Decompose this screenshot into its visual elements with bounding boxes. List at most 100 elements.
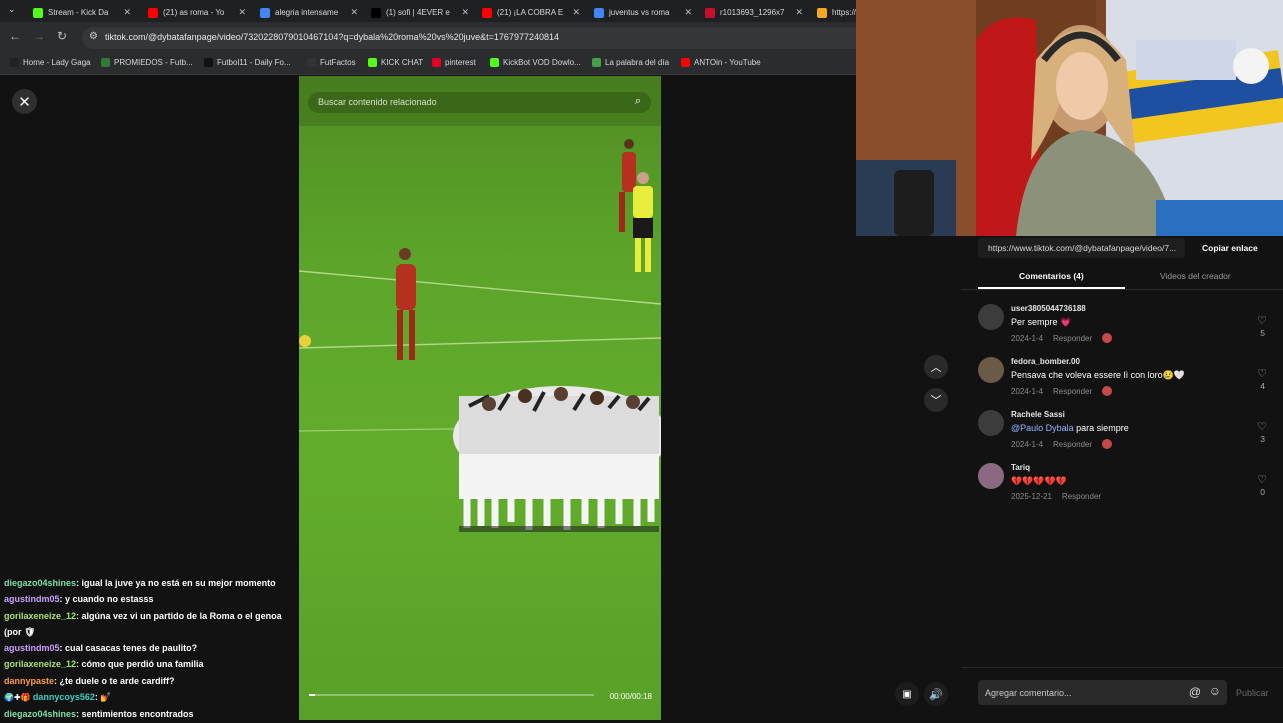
chat-message: diegazo04shines: igual la juve ya no est… bbox=[0, 575, 299, 591]
comment-input[interactable]: Agregar comentario... @ ☺ bbox=[978, 680, 1227, 705]
chat-username[interactable]: gorilaxeneize_12 bbox=[4, 659, 76, 669]
heart-icon[interactable]: ♡ bbox=[1257, 420, 1267, 433]
bookmark-item[interactable]: pinterest bbox=[432, 58, 476, 67]
reply-button[interactable]: Responder bbox=[1053, 387, 1092, 396]
tab-divider bbox=[961, 289, 1283, 290]
bookmark-item[interactable]: La palabra del día bbox=[592, 58, 669, 67]
bookmark-item[interactable]: ANTOin - YouTube bbox=[681, 58, 761, 67]
forward-arrow-icon[interactable]: → bbox=[33, 29, 45, 43]
stream-chat: diegazo04shines: igual la juve ya no est… bbox=[0, 575, 299, 720]
tab-creator-videos[interactable]: Videos del creador bbox=[1160, 271, 1231, 281]
url-text[interactable]: tiktok.com/@dybatafanpage/video/73202280… bbox=[105, 32, 559, 42]
browser-tab[interactable]: juventus vs roma ✕ bbox=[588, 3, 696, 22]
browser-tab[interactable]: (21) ¡LA COBRA E ✕ bbox=[476, 3, 584, 22]
chat-username[interactable]: dannycoys562 bbox=[33, 692, 95, 702]
chat-username[interactable]: agustindm05 bbox=[4, 643, 60, 653]
close-button[interactable]: ✕ bbox=[12, 89, 37, 114]
chat-text: : algúna vez vi un partido de la Roma o … bbox=[76, 610, 282, 621]
search-icon[interactable]: ⌕ bbox=[635, 95, 641, 108]
browser-tab[interactable]: alegria intensame ✕ bbox=[254, 3, 362, 22]
tab-list-chevron-icon[interactable]: ⌄ bbox=[8, 4, 16, 15]
comment-text: Per sempre 💗 bbox=[1011, 317, 1071, 328]
comment-body: Per sempre 💗 bbox=[1011, 317, 1072, 327]
chat-username[interactable]: agustindm05 bbox=[4, 594, 60, 604]
image-icon bbox=[705, 7, 715, 18]
bookmark-label: Futbol11 - Daily Fo... bbox=[217, 58, 291, 67]
player-roma bbox=[396, 248, 416, 360]
comment-username[interactable]: Rachele Sassi bbox=[1011, 410, 1065, 419]
bookmark-label: La palabra del día bbox=[605, 58, 670, 67]
chat-message: diegazo04shines: sentimientos encontrado… bbox=[0, 706, 299, 722]
tab-label: (21) as roma - Yo bbox=[163, 8, 225, 17]
bookmark-item[interactable]: FutFactos bbox=[307, 58, 356, 67]
video-progress-fill bbox=[309, 694, 315, 696]
chat-username[interactable]: diegazo04shines bbox=[4, 709, 76, 719]
tab-close-icon[interactable]: ✕ bbox=[684, 7, 692, 18]
comment-item: Tariq 💔💔💔💔💔 2025-12-21 Responder ♡ 0 bbox=[978, 463, 1273, 513]
chat-message: gorilaxeneize_12: algúna vez vi un parti… bbox=[0, 608, 299, 624]
reply-button[interactable]: Responder bbox=[1062, 492, 1101, 501]
tab-close-icon[interactable]: ✕ bbox=[461, 7, 469, 18]
tab-close-icon[interactable]: ✕ bbox=[795, 7, 803, 18]
browser-tab[interactable]: Stream - Kick Da ✕ bbox=[27, 3, 135, 22]
avatar[interactable] bbox=[978, 463, 1004, 489]
comment-username[interactable]: Tariq bbox=[1011, 463, 1030, 472]
bookmark-item[interactable]: PROMIEDOS - Futb... bbox=[101, 58, 193, 67]
browser-tab[interactable]: r1013693_1296x7 ✕ bbox=[699, 3, 807, 22]
bookmark-favicon-icon bbox=[204, 58, 213, 67]
avatar[interactable] bbox=[978, 357, 1004, 383]
bookmark-favicon-icon bbox=[432, 58, 441, 67]
address-bar[interactable]: ⚙ tiktok.com/@dybatafanpage/video/732022… bbox=[82, 27, 856, 49]
reply-button[interactable]: Responder bbox=[1053, 440, 1092, 449]
copy-link-button[interactable]: Copiar enlace bbox=[1202, 243, 1258, 253]
floating-player-button[interactable]: ▣ bbox=[895, 682, 919, 706]
prev-video-button[interactable]: ︿ bbox=[924, 355, 948, 379]
video-progress-track[interactable] bbox=[309, 694, 594, 696]
tab-close-icon[interactable]: ✕ bbox=[350, 7, 358, 18]
creator-liked-avatar bbox=[1102, 386, 1113, 396]
back-arrow-icon[interactable]: ← bbox=[9, 29, 21, 43]
bookmark-item[interactable]: Home - Lady Gaga bbox=[10, 58, 91, 67]
related-search-input[interactable]: Buscar contenido relacionado ⌕ bbox=[308, 92, 651, 113]
chevron-up-icon: ︿ bbox=[930, 362, 942, 374]
comment-date: 2024-1-4 bbox=[1011, 386, 1044, 396]
tab-label: (1) sofi | 4EVER e bbox=[386, 8, 450, 17]
comment-username[interactable]: user3805044736188 bbox=[1011, 304, 1086, 313]
bookmark-item[interactable]: KICK CHAT bbox=[368, 58, 423, 67]
bookmark-label: Home - Lady Gaga bbox=[23, 58, 91, 67]
tab-label: r1013693_1296x7 bbox=[720, 8, 785, 17]
browser-tab[interactable]: (1) sofi | 4EVER e ✕ bbox=[365, 3, 473, 22]
heart-icon[interactable]: ♡ bbox=[1257, 314, 1267, 327]
volume-button[interactable]: 🔊 bbox=[924, 682, 948, 706]
publish-button[interactable]: Publicar bbox=[1236, 688, 1269, 698]
comment-mention[interactable]: @Paulo Dybala bbox=[1011, 423, 1074, 433]
heart-icon[interactable]: ♡ bbox=[1257, 473, 1267, 486]
heart-icon[interactable]: ♡ bbox=[1257, 367, 1267, 380]
tab-close-icon[interactable]: ✕ bbox=[572, 7, 580, 18]
comment-username[interactable]: fedora_bomber.00 bbox=[1011, 357, 1080, 366]
site-info-icon[interactable]: ⚙ bbox=[89, 31, 98, 42]
chat-username[interactable]: diegazo04shines bbox=[4, 578, 76, 588]
avatar[interactable] bbox=[978, 304, 1004, 330]
share-link-field[interactable]: https://www.tiktok.com/@dybatafanpage/vi… bbox=[978, 238, 1185, 258]
chat-username[interactable]: dannypaste bbox=[4, 676, 54, 686]
video-player[interactable]: Buscar contenido relacionado ⌕ 00:00/00:… bbox=[299, 76, 661, 720]
bookmark-label: ANTOin - YouTube bbox=[694, 58, 761, 67]
tab-comments[interactable]: Comentarios (4) bbox=[1019, 271, 1084, 281]
mention-icon[interactable]: @ bbox=[1189, 685, 1201, 699]
bookmark-item[interactable]: KickBot VOD Dowlo... bbox=[490, 58, 581, 67]
browser-tab-bar: ⌄ Stream - Kick Da ✕ (21) as roma - Yo ✕ ale… bbox=[0, 0, 856, 22]
browser-tab[interactable]: https:// bbox=[811, 3, 856, 22]
next-video-button[interactable]: ﹀ bbox=[924, 388, 948, 412]
tab-label: https:// bbox=[832, 8, 856, 17]
kick-icon bbox=[33, 7, 43, 18]
chat-username[interactable]: gorilaxeneize_12 bbox=[4, 611, 76, 621]
tab-close-icon[interactable]: ✕ bbox=[238, 7, 246, 18]
bookmark-item[interactable]: Futbol11 - Daily Fo... bbox=[204, 58, 291, 67]
avatar[interactable] bbox=[978, 410, 1004, 436]
reply-button[interactable]: Responder bbox=[1053, 334, 1092, 343]
reload-icon[interactable]: ↻ bbox=[57, 29, 67, 43]
tab-close-icon[interactable]: ✕ bbox=[123, 7, 131, 18]
browser-tab[interactable]: (21) as roma - Yo ✕ bbox=[142, 3, 250, 22]
emoji-icon[interactable]: ☺ bbox=[1209, 684, 1221, 698]
